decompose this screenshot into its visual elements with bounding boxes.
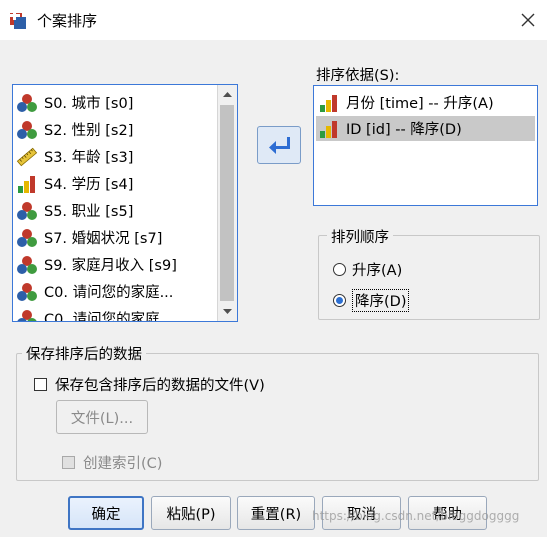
variable-list-item[interactable]: S5. 职业 [s5] xyxy=(16,197,177,224)
save-file-checkbox[interactable]: 保存包含排序后的数据的文件(V) xyxy=(34,374,265,395)
variable-label: S0. 城市 [s0] xyxy=(44,96,134,112)
variable-list-item[interactable]: S9. 家庭月收入 [s9] xyxy=(16,251,177,278)
variable-list-item[interactable]: S4. 学历 [s4] xyxy=(16,170,177,197)
ordinal-bar-icon xyxy=(318,119,340,139)
ok-button[interactable]: 确定 xyxy=(68,496,144,530)
sort-item[interactable]: 月份 [time] -- 升序(A) xyxy=(316,90,535,115)
checkbox-box xyxy=(62,456,75,469)
nominal-icon xyxy=(16,93,38,113)
radio-circle xyxy=(333,294,346,307)
radio-circle xyxy=(333,263,346,276)
variable-label: S9. 家庭月收入 [s9] xyxy=(44,258,177,274)
vertical-scrollbar[interactable] xyxy=(217,85,237,321)
descending-radio[interactable]: 降序(D) xyxy=(333,289,410,312)
variable-list-item[interactable]: S7. 婚姻状况 [s7] xyxy=(16,224,177,251)
nominal-icon xyxy=(16,201,38,221)
ascending-radio[interactable]: 升序(A) xyxy=(333,259,402,280)
create-index-label: 创建索引(C) xyxy=(83,456,163,472)
scale-ruler-icon xyxy=(16,147,38,167)
variable-list-item[interactable]: S2. 性别 [s2] xyxy=(16,116,177,143)
variable-list-item[interactable]: S0. 城市 [s0] xyxy=(16,89,177,116)
scroll-down-icon[interactable] xyxy=(219,303,236,320)
window-title: 个案排序 xyxy=(37,12,98,30)
variable-label: S4. 学历 [s4] xyxy=(44,177,134,193)
save-group-title: 保存排序后的数据 xyxy=(22,343,146,364)
spss-app-icon xyxy=(9,9,31,31)
title-bar: 个案排序 xyxy=(0,0,547,40)
nominal-icon xyxy=(16,255,38,275)
move-variable-button[interactable] xyxy=(257,126,301,164)
sort-by-list[interactable]: 月份 [time] -- 升序(A) ID [id] -- 降序(D) xyxy=(313,85,538,206)
nominal-icon xyxy=(16,282,38,302)
variable-label: S3. 年龄 [s3] xyxy=(44,150,134,166)
ordinal-bar-icon xyxy=(16,174,38,194)
ascending-label: 升序(A) xyxy=(352,263,403,279)
create-index-checkbox[interactable]: 创建索引(C) xyxy=(62,452,162,473)
sort-item-label: ID [id] -- 降序(D) xyxy=(346,122,462,138)
left-arrow-icon xyxy=(269,137,290,154)
file-button[interactable]: 文件(L)... xyxy=(56,400,148,434)
sort-item-label: 月份 [time] -- 升序(A) xyxy=(346,96,494,112)
variable-list-item[interactable]: S3. 年龄 [s3] xyxy=(16,143,177,170)
nominal-icon xyxy=(16,120,38,140)
sort-order-title: 排列顺序 xyxy=(327,226,393,247)
variable-label: S5. 职业 [s5] xyxy=(44,204,134,220)
scroll-up-icon[interactable] xyxy=(219,86,236,103)
nominal-icon xyxy=(16,309,38,321)
sort-by-label: 排序依据(S): xyxy=(316,68,400,84)
variable-label: S2. 性别 [s2] xyxy=(44,123,134,139)
save-file-label: 保存包含排序后的数据的文件(V) xyxy=(55,378,265,394)
watermark-text: https://blog.csdn.net/bloggdogggg xyxy=(312,509,520,523)
variable-label: S7. 婚姻状况 [s7] xyxy=(44,231,163,247)
sort-item-selected[interactable]: ID [id] -- 降序(D) xyxy=(316,116,535,141)
reset-button[interactable]: 重置(R) xyxy=(237,496,315,530)
paste-button[interactable]: 粘贴(P) xyxy=(151,496,231,530)
variable-list[interactable]: S0. 城市 [s0] S2. 性别 [s2] S3. 年龄 [s3] S4. 学历 … xyxy=(12,84,238,322)
ordinal-bar-icon xyxy=(318,93,340,113)
variable-label: C0. 请问您的家庭... xyxy=(44,285,174,301)
variable-label: C0. 请问您的家庭 xyxy=(44,312,160,322)
variable-list-item[interactable]: C0. 请问您的家庭 xyxy=(16,305,177,322)
scrollbar-thumb[interactable] xyxy=(220,105,234,301)
descending-label: 降序(D) xyxy=(352,289,410,312)
nominal-icon xyxy=(16,228,38,248)
close-icon[interactable] xyxy=(516,8,540,32)
checkbox-box xyxy=(34,378,47,391)
variable-list-item[interactable]: C0. 请问您的家庭... xyxy=(16,278,177,305)
